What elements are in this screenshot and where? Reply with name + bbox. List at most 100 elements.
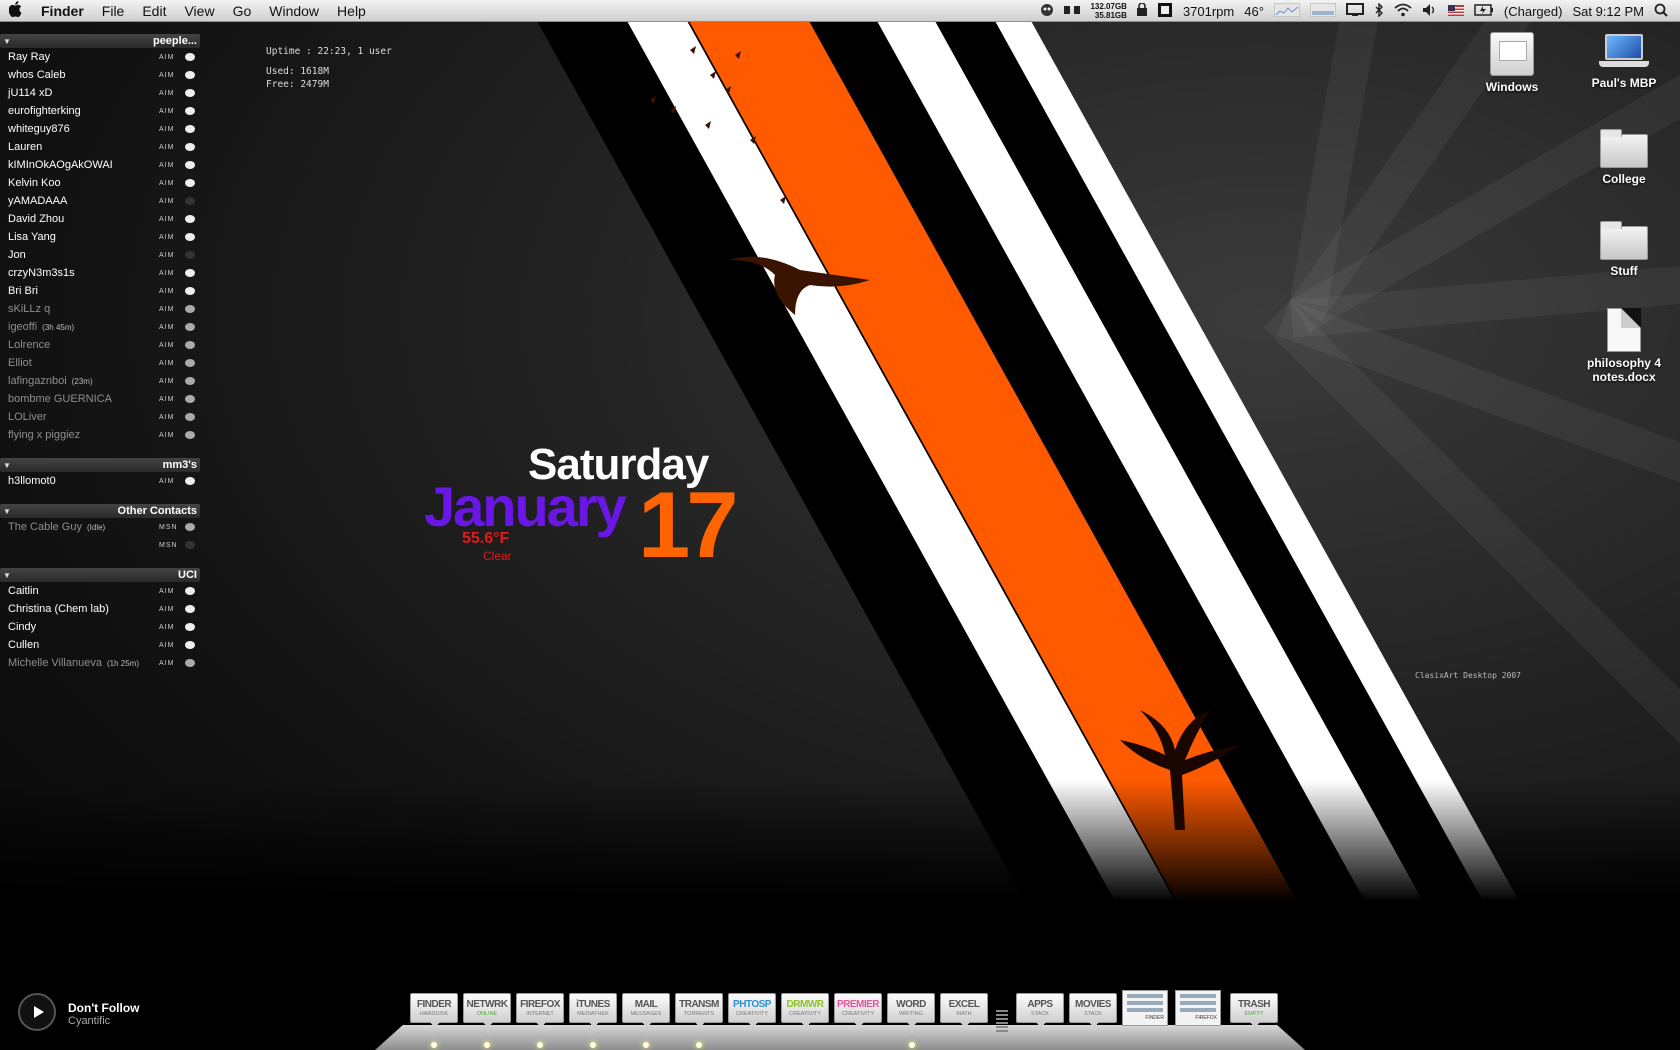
buddy-row[interactable]: MSN xyxy=(0,536,200,554)
apple-icon[interactable] xyxy=(0,1,32,20)
buddy-row[interactable]: h3llomot0 AIM xyxy=(0,472,200,490)
dock-item-premier[interactable]: PREMIER CREATIVITY xyxy=(834,993,882,1028)
disk-space-readout[interactable]: 132.07GB 35.81GB xyxy=(1090,2,1126,20)
menu-help[interactable]: Help xyxy=(328,3,375,19)
desktop-icon-windows[interactable]: Windows xyxy=(1457,32,1567,94)
buddy-row[interactable]: igeoffi (3h 45m) AIM xyxy=(0,318,200,336)
buddy-row[interactable]: jU114 xD AIM xyxy=(0,84,200,102)
menu-edit[interactable]: Edit xyxy=(133,3,175,19)
dock-item-firefox[interactable]: FIREFOX INTERNET xyxy=(516,993,564,1028)
desktop-icon-pauls-mbp[interactable]: Paul's MBP xyxy=(1569,34,1679,90)
battery-icon[interactable] xyxy=(1474,3,1494,19)
display-icon[interactable] xyxy=(1345,2,1364,20)
dock-item-excel[interactable]: EXCEL MATH xyxy=(940,993,988,1028)
dock-item-apps[interactable]: APPS STACK xyxy=(1016,993,1064,1028)
buddy-row[interactable]: whos Caleb AIM xyxy=(0,66,200,84)
buddy-row[interactable]: lafingaznboi (23m) AIM xyxy=(0,372,200,390)
wifi-icon[interactable] xyxy=(1394,3,1412,20)
menu-go[interactable]: Go xyxy=(224,3,261,19)
buddy-group-header[interactable]: ▼ peeple... xyxy=(0,34,200,48)
dock-item-label: DRMWR xyxy=(786,999,824,1010)
disclosure-triangle-icon[interactable]: ▼ xyxy=(3,507,11,516)
lock-icon[interactable] xyxy=(1136,2,1147,19)
buddy-row[interactable]: David Zhou AIM xyxy=(0,210,200,228)
buddy-row[interactable]: Bri Bri AIM xyxy=(0,282,200,300)
dock-window-thumbnail[interactable]: FINDER xyxy=(1122,990,1168,1026)
buddy-row[interactable]: flying x piggiez AIM xyxy=(0,426,200,444)
buddy-row[interactable]: eurofighterking AIM xyxy=(0,102,200,120)
buddy-row[interactable]: Lauren AIM xyxy=(0,138,200,156)
dock-item-finder[interactable]: FINDER HARDDISK xyxy=(410,993,458,1028)
buddy-name: jU114 xD xyxy=(8,87,53,99)
buddy-row[interactable]: crzyN3m3s1s AIM xyxy=(0,264,200,282)
disclosure-triangle-icon[interactable]: ▼ xyxy=(3,37,11,46)
disclosure-triangle-icon[interactable]: ▼ xyxy=(3,571,11,580)
desktop[interactable] xyxy=(0,0,1680,1050)
buddy-row[interactable]: Cindy AIM xyxy=(0,618,200,636)
dock-item-sublabel: HARDDISK xyxy=(419,1011,449,1017)
status-bubble-icon xyxy=(185,659,195,667)
dock-item-phtosp[interactable]: PHTOSP CREATIVITY xyxy=(728,993,776,1028)
spotlight-icon[interactable] xyxy=(1654,3,1668,20)
dock-item-sublabel: MESSAGES xyxy=(630,1011,662,1017)
buddy-row[interactable]: sKiLLz q AIM xyxy=(0,300,200,318)
us-flag-icon[interactable] xyxy=(1447,4,1464,19)
date-day-number: 17 xyxy=(638,472,739,577)
desktop-icon-stuff[interactable]: Stuff xyxy=(1569,221,1679,278)
buddy-row[interactable]: LOLiver AIM xyxy=(0,408,200,426)
dock-item-itunes[interactable]: iTUNES MEDIATHEK xyxy=(569,993,617,1028)
menu-file[interactable]: File xyxy=(93,3,134,19)
menu-window[interactable]: Window xyxy=(260,3,328,19)
bluetooth-icon[interactable] xyxy=(1374,1,1384,20)
cpu-graph-icon[interactable] xyxy=(1273,2,1301,20)
buddy-row[interactable]: kIMInOkAOgAkOWAI AIM xyxy=(0,156,200,174)
dock-item-movies[interactable]: MOVIES STACK xyxy=(1069,993,1117,1028)
cpu-icon[interactable] xyxy=(1157,2,1173,21)
play-button[interactable] xyxy=(18,993,56,1031)
dock-item-trash[interactable]: TRASH EMPTY xyxy=(1230,993,1278,1028)
buddy-row[interactable]: Lolrence AIM xyxy=(0,336,200,354)
fan-speed[interactable]: 3701rpm xyxy=(1183,4,1234,19)
buddy-group-header[interactable]: ▼ UCI xyxy=(0,568,200,582)
volume-icon[interactable] xyxy=(1422,3,1438,20)
buddy-group-header[interactable]: ▼ Other Contacts xyxy=(0,504,200,518)
service-label: AIM xyxy=(159,413,175,421)
desktop-icon-philosophy-notes[interactable]: philosophy 4 notes.docx xyxy=(1569,308,1679,384)
buddy-name: Lolrence xyxy=(8,339,51,351)
memory-graph-icon[interactable] xyxy=(1309,2,1337,20)
buddy-row[interactable]: Christina (Chem lab) AIM xyxy=(0,600,200,618)
menu-clock[interactable]: Sat 9:12 PM xyxy=(1572,4,1644,19)
disclosure-triangle-icon[interactable]: ▼ xyxy=(3,461,11,470)
dock-item-word[interactable]: WORD WRITING xyxy=(887,993,935,1028)
buddy-row[interactable]: Lisa Yang AIM xyxy=(0,228,200,246)
buddy-row[interactable]: whiteguy876 AIM xyxy=(0,120,200,138)
dock-separator[interactable] xyxy=(996,1010,1008,1032)
dock-item-drmwr[interactable]: DRMWR CREATIVITY xyxy=(781,993,829,1028)
dock-item-mail[interactable]: MAIL MESSAGES xyxy=(622,993,670,1028)
buddy-row[interactable]: yAMADAAA AIM xyxy=(0,192,200,210)
dock-window-thumbnail[interactable]: FIREFOX xyxy=(1175,990,1221,1026)
dock-item-transm[interactable]: TRANSM TORRENTS xyxy=(675,993,723,1028)
buddy-row[interactable]: Kelvin Koo AIM xyxy=(0,174,200,192)
buddy-row[interactable]: Caitlin AIM xyxy=(0,582,200,600)
buddy-row[interactable]: bombme GUERNICA AIM xyxy=(0,390,200,408)
cpu-temperature[interactable]: 46° xyxy=(1244,4,1264,19)
alien-icon[interactable] xyxy=(1040,3,1054,20)
buddy-row[interactable]: Ray Ray AIM xyxy=(0,48,200,66)
uptime-text: Uptime : 22:23, 1 user xyxy=(266,46,392,57)
menu-view[interactable]: View xyxy=(175,3,223,19)
buddy-group-header[interactable]: ▼ mm3's xyxy=(0,458,200,472)
buddy-row[interactable]: The Cable Guy (Idle) MSN xyxy=(0,518,200,536)
dock-item-label: TRASH xyxy=(1238,999,1270,1010)
activity-icon[interactable] xyxy=(1064,4,1081,19)
buddy-row[interactable]: Michelle Villanueva (1h 25m) AIM xyxy=(0,654,200,672)
battery-status[interactable]: (Charged) xyxy=(1504,4,1563,19)
menu-app-finder[interactable]: Finder xyxy=(32,3,93,19)
dock-item-netwrk[interactable]: NETWRK ONLINE xyxy=(463,993,511,1028)
desktop-icon-college[interactable]: College xyxy=(1569,129,1679,186)
buddy-row[interactable]: Jon AIM xyxy=(0,246,200,264)
buddy-row[interactable]: Elliot AIM xyxy=(0,354,200,372)
laptop-icon xyxy=(1599,34,1649,72)
buddy-row[interactable]: Cullen AIM xyxy=(0,636,200,654)
dock-pointer-icon xyxy=(748,1022,758,1028)
